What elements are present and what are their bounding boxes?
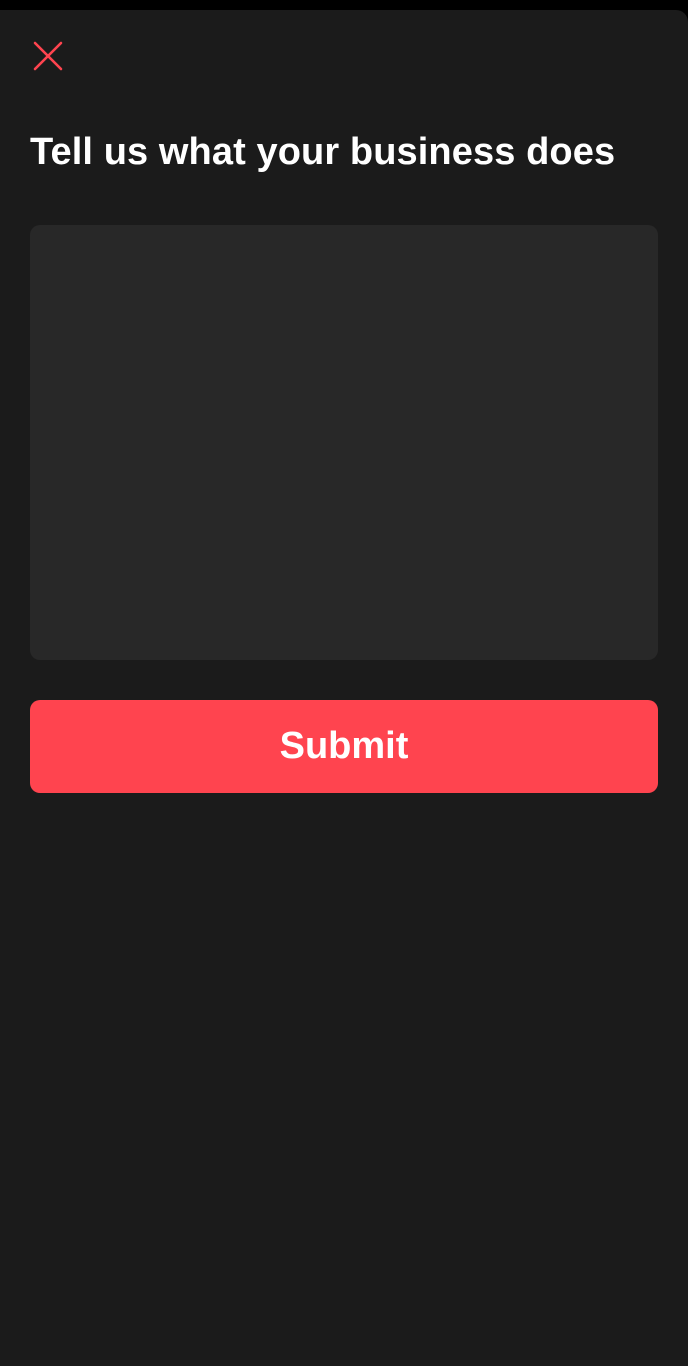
- business-description-input[interactable]: [30, 225, 658, 660]
- submit-button[interactable]: Submit: [30, 700, 658, 793]
- close-icon: [33, 41, 63, 71]
- close-button[interactable]: [28, 36, 68, 76]
- bottom-sheet: Tell us what your business does Submit: [0, 10, 688, 1366]
- page-title: Tell us what your business does: [30, 131, 616, 173]
